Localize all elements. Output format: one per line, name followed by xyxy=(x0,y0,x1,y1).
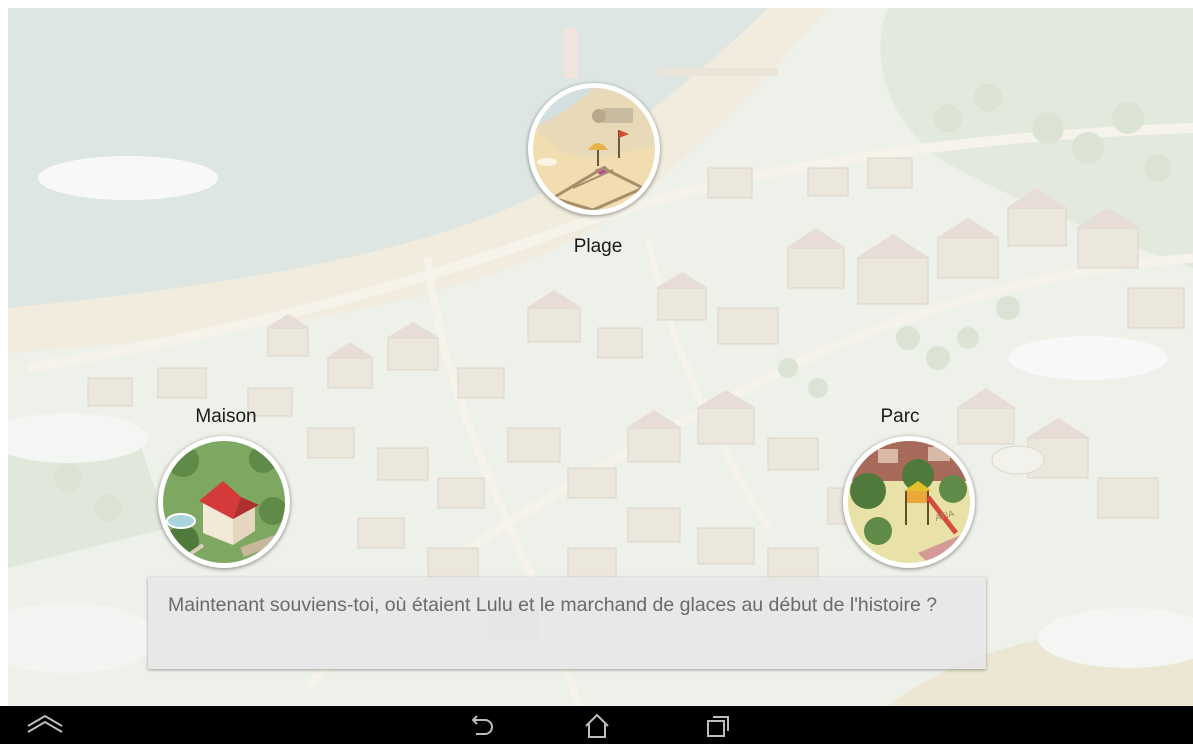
hide-bar-icon xyxy=(27,714,63,733)
beach-thumbnail-icon xyxy=(533,88,655,210)
back-button[interactable] xyxy=(458,706,504,744)
location-label: Maison xyxy=(195,406,257,427)
question-text: Maintenant souviens-toi, où étaient Lulu… xyxy=(168,594,938,616)
question-panel: Maintenant souviens-toi, où étaient Lulu… xyxy=(148,577,986,669)
house-thumbnail[interactable] xyxy=(158,436,290,568)
park-thumbnail[interactable]: ATIA xyxy=(843,436,975,568)
location-label: Parc xyxy=(880,406,920,427)
location-label: Plage xyxy=(573,236,623,257)
location-plage[interactable]: Plage xyxy=(528,83,668,268)
location-parc[interactable]: Parc ATIA xyxy=(840,406,980,576)
recent-apps-icon xyxy=(707,716,729,737)
location-maison[interactable]: Maison xyxy=(156,406,296,576)
navigation-bar xyxy=(0,706,1193,744)
home-icon xyxy=(585,713,609,738)
house-thumbnail-icon xyxy=(163,441,285,563)
recent-apps-button[interactable] xyxy=(696,706,742,744)
beach-thumbnail[interactable] xyxy=(528,83,660,215)
home-button[interactable] xyxy=(574,706,620,744)
back-icon xyxy=(471,715,493,735)
game-screen: Plage Maison Parc ATIA Maintenant souvie… xyxy=(8,8,1193,706)
hide-bar-button[interactable] xyxy=(22,706,68,744)
park-thumbnail-icon: ATIA xyxy=(848,441,970,563)
